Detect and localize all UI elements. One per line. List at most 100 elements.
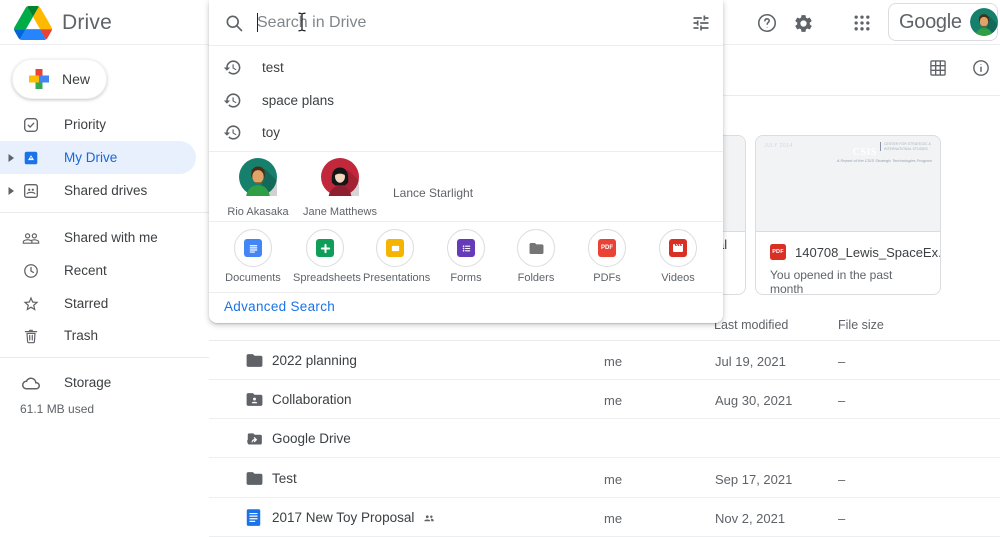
search-options-button[interactable] [691, 13, 711, 33]
shared-with-me-icon [22, 229, 40, 247]
filetype-label: PDFs [593, 272, 621, 284]
my-drive-icon [22, 149, 40, 167]
dropdown-divider [209, 221, 723, 222]
star-icon [22, 295, 40, 313]
person-rio-akasaka[interactable]: Rio Akasaka [218, 158, 298, 218]
google-apps-button[interactable] [850, 11, 874, 35]
sidebar-item-shared-drives[interactable]: Shared drives [0, 174, 196, 207]
sidebar-item-trash[interactable]: Trash [0, 319, 196, 352]
file-size: – [838, 393, 846, 408]
recent-search-toy[interactable]: toy [209, 117, 723, 147]
search-bar [209, 0, 723, 46]
file-size: – [838, 511, 846, 526]
table-row-test[interactable]: Test me Sep 17, 2021 – [209, 459, 1000, 498]
video-icon [669, 239, 687, 257]
column-last-modified[interactable]: Last modified [714, 318, 788, 332]
file-modified: Sep 17, 2021 [715, 472, 793, 487]
slides-icon [386, 239, 404, 257]
cloud-icon [22, 374, 40, 392]
person-jane-matthews[interactable]: Jane Matthews [300, 158, 380, 218]
folder-icon [527, 239, 546, 258]
sidebar-divider [0, 212, 209, 213]
csis-date-text: JULY 2014 [764, 143, 793, 149]
file-owner: me [604, 511, 623, 526]
file-name: Test [272, 471, 297, 486]
sidebar-item-my-drive[interactable]: My Drive [0, 141, 196, 174]
sidebar-item-recent[interactable]: Recent [0, 254, 196, 287]
card-subtitle: You opened in the past month [770, 268, 893, 295]
history-icon [223, 91, 242, 110]
gear-icon [794, 14, 812, 32]
file-name: 2017 New Toy Proposal [272, 510, 436, 525]
table-row-2017-new-toy-proposal[interactable]: 2017 New Toy Proposal me Nov 2, 2021 – [209, 498, 1000, 537]
filetype-label: Forms [450, 272, 482, 284]
google-account-chip[interactable]: Google [888, 3, 998, 41]
person-lance-starlight[interactable]: Lance Starlight [393, 186, 473, 200]
apps-grid-icon [854, 15, 870, 31]
recent-search-test[interactable]: test [209, 52, 723, 82]
new-button-label: New [62, 71, 91, 87]
shared-drives-icon [22, 182, 40, 200]
google-docs-icon [245, 508, 264, 527]
trash-icon [22, 327, 40, 345]
folder-icon [245, 351, 264, 370]
info-icon [973, 60, 989, 76]
filetype-chip-presentations[interactable]: Presentations [363, 229, 431, 284]
table-row-google-drive[interactable]: Google Drive [209, 419, 1000, 458]
storage-used-text: 61.1 MB used [20, 402, 95, 416]
sidebar-item-label: Storage [64, 375, 112, 390]
shortcut-folder-icon [245, 429, 264, 448]
table-row-collaboration[interactable]: Collaboration me Aug 30, 2021 – [209, 380, 1000, 419]
file-modified: Jul 19, 2021 [715, 354, 786, 369]
recent-search-space-plans[interactable]: space plans [209, 85, 723, 115]
column-file-size[interactable]: File size [838, 318, 884, 332]
card-thumbnail: JULY 2014 CSISCENTER FOR STRATEGIC & INT… [756, 136, 940, 232]
filetype-label: Documents [225, 272, 281, 284]
details-button[interactable] [971, 58, 993, 80]
avatar-woman-icon [321, 158, 359, 200]
filetype-label: Presentations [363, 272, 431, 284]
search-input[interactable] [257, 8, 657, 38]
card-title: 140708_Lewis_SpaceEx... [795, 244, 941, 260]
filetype-chip-spreadsheets[interactable]: Spreadsheets [293, 229, 361, 284]
filetype-label: Folders [517, 272, 555, 284]
shared-folder-icon [245, 390, 264, 409]
filetype-chip-videos[interactable]: Videos [646, 229, 710, 284]
search-dropdown: test space plans toy [209, 0, 723, 323]
forms-icon [457, 239, 475, 257]
help-button[interactable] [755, 11, 779, 35]
expand-arrow-icon[interactable] [7, 186, 15, 195]
filetype-chip-forms[interactable]: Forms [434, 229, 498, 284]
advanced-search-link[interactable]: Advanced Search [224, 299, 335, 314]
sidebar-item-starred[interactable]: Starred [0, 287, 196, 320]
file-size: – [838, 472, 846, 487]
sidebar-item-priority[interactable]: Priority [0, 108, 196, 141]
filetype-chip-documents[interactable]: Documents [221, 229, 285, 284]
avatar-man-icon [239, 158, 277, 200]
docs-icon [244, 239, 262, 257]
file-owner: me [604, 472, 623, 487]
expand-arrow-icon[interactable] [7, 153, 15, 162]
filetype-label: Spreadsheets [293, 272, 361, 284]
filetype-chip-folders[interactable]: Folders [504, 229, 568, 284]
settings-button[interactable] [791, 11, 815, 35]
dropdown-divider [209, 151, 723, 152]
grid-view-icon [930, 60, 946, 76]
drive-home-link[interactable]: Drive [14, 0, 112, 45]
ibeam-cursor-icon [298, 12, 306, 32]
file-size: – [838, 354, 846, 369]
recent-search-label: test [262, 59, 284, 75]
recent-search-label: toy [262, 124, 281, 140]
sidebar-item-shared-with-me[interactable]: Shared with me [0, 221, 196, 254]
new-button[interactable]: New [12, 59, 107, 99]
file-card-pdf[interactable]: JULY 2014 CSISCENTER FOR STRATEGIC & INT… [755, 135, 941, 295]
grid-view-button[interactable] [928, 58, 950, 80]
filetype-chip-pdfs[interactable]: PDF PDFs [575, 229, 639, 284]
pdf-icon: PDF [598, 239, 616, 257]
history-icon [223, 58, 242, 77]
table-row-2022-planning[interactable]: 2022 planning me Jul 19, 2021 – [209, 341, 1000, 380]
sidebar-item-storage[interactable]: Storage [0, 366, 196, 399]
account-avatar[interactable] [969, 8, 998, 36]
csis-brand-side-text: CENTER FOR STRATEGIC & INTERNATIONAL STU… [880, 142, 932, 152]
plus-multicolor-icon [29, 69, 49, 89]
